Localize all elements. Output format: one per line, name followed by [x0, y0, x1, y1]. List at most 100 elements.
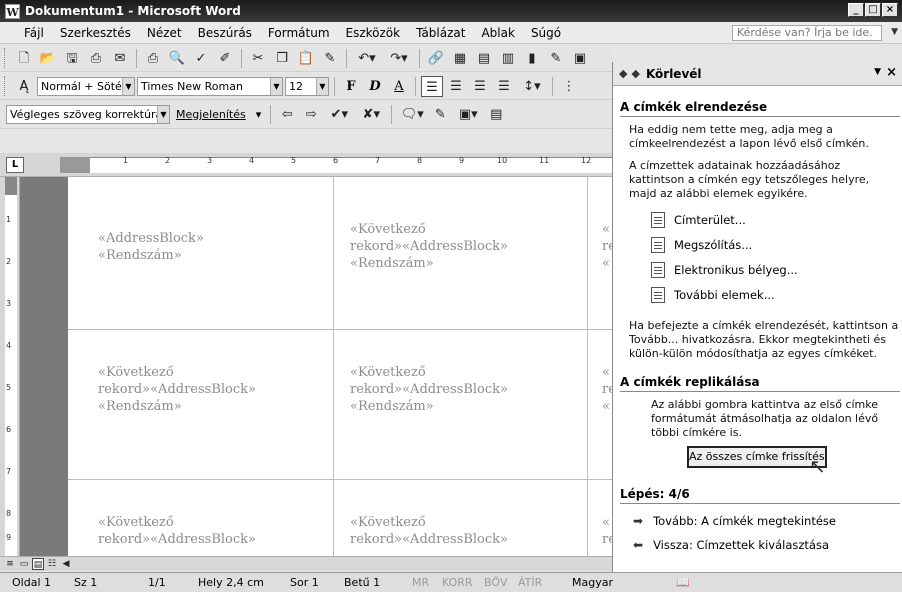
- email-icon[interactable]: ✉: [109, 48, 131, 69]
- maximize-button[interactable]: □: [865, 3, 881, 17]
- cut-icon[interactable]: ✂: [247, 48, 269, 69]
- chevron-down-icon[interactable]: ▼: [316, 77, 328, 95]
- link-label[interactable]: Tovább: A címkék megtekintése: [653, 514, 836, 528]
- italic-button[interactable]: D: [364, 76, 386, 97]
- font-combo[interactable]: Times New Roman ▼: [137, 76, 283, 96]
- display-for-review-combo[interactable]: Végleges szöveg korrektúrával ▼: [6, 105, 170, 124]
- merge-field[interactable]: «Következő: [350, 221, 426, 238]
- label-cell[interactable]: « re «: [588, 330, 612, 480]
- numbering-icon[interactable]: ⋮: [558, 76, 580, 97]
- print-preview-icon[interactable]: 🔍: [166, 48, 188, 69]
- link-label[interactable]: Elektronikus bélyeg...: [674, 263, 798, 277]
- next-step-link[interactable]: ➡ Tovább: A címkék megtekintése: [633, 514, 836, 528]
- line-spacing-icon[interactable]: ↕▾: [517, 76, 547, 97]
- link-label[interactable]: Vissza: Címzettek kiválasztása: [653, 538, 829, 552]
- accept-change-icon[interactable]: ✔▾: [324, 104, 354, 125]
- merge-field[interactable]: «Következő: [350, 514, 426, 531]
- bold-button[interactable]: F: [340, 76, 362, 97]
- help-dropdown-icon[interactable]: ▼: [891, 27, 898, 37]
- merge-field[interactable]: «: [602, 255, 610, 272]
- merge-field[interactable]: «Rendszám»: [350, 255, 434, 272]
- horizontal-scrollbar[interactable]: ≡ ▭ ▤ ☷ ◀: [0, 556, 612, 571]
- merge-field[interactable]: «: [602, 398, 610, 415]
- previous-step-link[interactable]: ⬅ Vissza: Címzettek kiválasztása: [633, 538, 829, 552]
- print-icon[interactable]: ⎙: [142, 48, 164, 69]
- next-change-icon[interactable]: ⇨: [300, 104, 322, 125]
- merge-field[interactable]: re: [602, 381, 612, 398]
- merge-field[interactable]: «Következő: [350, 364, 426, 381]
- chevron-down-icon[interactable]: ▾: [252, 108, 266, 121]
- label-cell[interactable]: «AddressBlock» «Rendszám»: [68, 177, 334, 330]
- menu-table[interactable]: Táblázat: [408, 23, 473, 43]
- label-cell[interactable]: « re: [588, 480, 612, 556]
- document-map-icon[interactable]: ▣: [569, 48, 591, 69]
- research-icon[interactable]: ✐: [214, 48, 236, 69]
- address-block-link[interactable]: Címterület...: [651, 212, 746, 228]
- highlight-icon[interactable]: ✎: [429, 104, 451, 125]
- menu-file[interactable]: Fájl: [16, 23, 52, 43]
- undo-icon[interactable]: ↶▾: [352, 48, 382, 69]
- copy-icon[interactable]: ❐: [271, 48, 293, 69]
- chevron-down-icon[interactable]: ▼: [270, 77, 282, 95]
- merge-field[interactable]: «Következő: [98, 514, 174, 531]
- merge-field[interactable]: rekord»«AddressBlock»: [350, 238, 508, 255]
- menu-window[interactable]: Ablak: [473, 23, 522, 43]
- styles-icon[interactable]: Ą: [13, 76, 35, 97]
- merge-field[interactable]: rekord»«AddressBlock»: [98, 381, 256, 398]
- merge-field[interactable]: rekord»«AddressBlock»: [98, 531, 256, 548]
- print-layout-icon[interactable]: ▤: [32, 558, 44, 570]
- format-painter-icon[interactable]: ✎: [319, 48, 341, 69]
- merge-field[interactable]: «: [602, 364, 610, 381]
- insert-comment-icon[interactable]: 🗨▾: [397, 104, 427, 125]
- help-search-input[interactable]: Kérdése van? Írja be ide.: [732, 25, 882, 41]
- reviewing-pane-icon[interactable]: ▤: [485, 104, 507, 125]
- label-cell[interactable]: «Következő rekord»«AddressBlock»: [68, 480, 334, 556]
- previous-change-icon[interactable]: ⇦: [276, 104, 298, 125]
- label-cell[interactable]: «Következő rekord»«AddressBlock» «Rendsz…: [68, 330, 334, 480]
- outline-view-icon[interactable]: ☷: [46, 558, 58, 570]
- status-bov[interactable]: BŐV: [484, 573, 508, 592]
- merge-field[interactable]: «Rendszám»: [98, 398, 182, 415]
- menu-view[interactable]: Nézet: [139, 23, 190, 43]
- document-page[interactable]: «AddressBlock» «Rendszám» «Következő rek…: [68, 177, 612, 556]
- hyperlink-icon[interactable]: 🔗: [425, 48, 447, 69]
- greeting-line-link[interactable]: Megszólítás...: [651, 237, 752, 253]
- spelling-icon[interactable]: ✓: [190, 48, 212, 69]
- insert-table-icon[interactable]: ▤: [473, 48, 495, 69]
- align-right-icon[interactable]: ☰: [469, 76, 491, 97]
- merge-field[interactable]: «Rendszám»: [98, 247, 182, 264]
- new-document-icon[interactable]: 🗋: [13, 48, 35, 69]
- label-cell[interactable]: « re «: [588, 177, 612, 330]
- status-atir[interactable]: ÁTÍR: [518, 573, 542, 592]
- permission-icon[interactable]: ⎙: [85, 48, 107, 69]
- word-app-icon[interactable]: W: [5, 3, 20, 19]
- merge-field[interactable]: rekord»«AddressBlock»: [350, 381, 508, 398]
- show-menu-button[interactable]: Megjelenítés: [172, 108, 250, 121]
- label-cell[interactable]: «Következő rekord»«AddressBlock»: [334, 480, 588, 556]
- toolbar-grip[interactable]: [4, 76, 8, 96]
- electronic-postage-link[interactable]: Elektronikus bélyeg...: [651, 262, 798, 278]
- reject-change-icon[interactable]: ✘▾: [356, 104, 386, 125]
- label-cell[interactable]: «Következő rekord»«AddressBlock» «Rendsz…: [334, 177, 588, 330]
- menu-edit[interactable]: Szerkesztés: [52, 23, 139, 43]
- save-icon[interactable]: 🖫: [61, 48, 83, 69]
- menu-format[interactable]: Formátum: [260, 23, 338, 43]
- merge-field[interactable]: re: [602, 238, 612, 255]
- align-center-icon[interactable]: ☰: [445, 76, 467, 97]
- spelling-status-icon[interactable]: 📖: [676, 573, 690, 592]
- label-cell[interactable]: «Következő rekord»«AddressBlock» «Rendsz…: [334, 330, 588, 480]
- back-arrow-icon[interactable]: ◆: [619, 67, 627, 80]
- document-area[interactable]: «AddressBlock» «Rendszám» «Következő rek…: [20, 177, 612, 556]
- horizontal-ruler[interactable]: L 1 2 3 4 5 6 7 8 9 10 11 12: [0, 153, 612, 177]
- toolbar-grip[interactable]: [4, 48, 8, 68]
- drawing-icon[interactable]: ✎: [545, 48, 567, 69]
- font-size-combo[interactable]: 12 ▼: [285, 76, 329, 96]
- vertical-ruler[interactable]: 1 2 3 4 5 6 7 8 9: [0, 177, 20, 556]
- merge-field[interactable]: «AddressBlock»: [98, 230, 204, 247]
- merge-field[interactable]: re: [602, 531, 612, 548]
- link-label[interactable]: További elemek...: [674, 288, 775, 302]
- menu-tools[interactable]: Eszközök: [338, 23, 409, 43]
- paste-icon[interactable]: 📋: [295, 48, 317, 69]
- minimize-button[interactable]: _: [848, 3, 864, 17]
- normal-view-icon[interactable]: ≡: [4, 558, 16, 570]
